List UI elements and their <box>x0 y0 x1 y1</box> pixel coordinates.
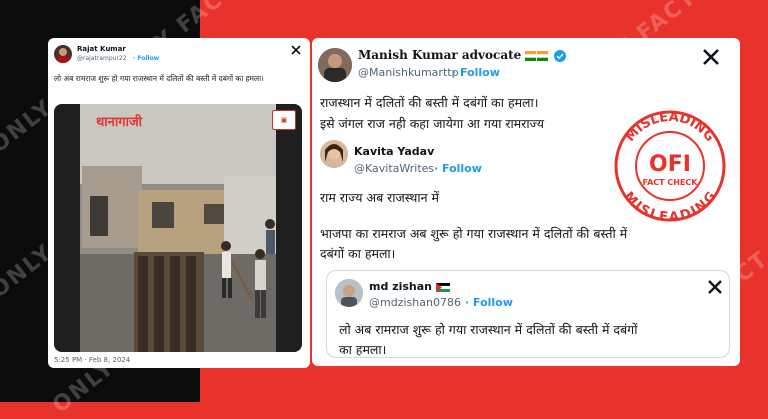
quoted-text-line2: का हमला। <box>339 342 387 357</box>
avatar-photo-icon <box>320 140 348 168</box>
author-name-text: Manish Kumar advocate <box>358 48 522 62</box>
quoted-text-line1: लो अब रामराज शुरू हो गया राजस्थान में दल… <box>339 322 638 337</box>
video-location-tag: थानागाजी <box>96 115 142 130</box>
avatar-photo-icon <box>57 48 69 63</box>
stamp-logo: OFI <box>649 152 691 177</box>
follow-button[interactable]: · Follow <box>452 66 500 79</box>
quoted-author-name-text: md zishan <box>369 280 432 293</box>
x-logo-icon[interactable] <box>707 279 723 295</box>
x-logo-icon[interactable] <box>702 48 720 66</box>
inner-text-line2: भाजपा का रामराज अब शुरू हो गया राजस्थान … <box>320 226 628 241</box>
stamp-subtitle: FACT CHECK <box>643 178 699 187</box>
tweet-text: लो अब रामराज शुरू हो गया राजस्थान में दल… <box>54 74 264 83</box>
tweet-text-line1: राजस्थान में दलितों की बस्ती में दबंगों … <box>320 95 539 110</box>
follow-label: Follow <box>473 296 513 309</box>
misleading-stamp: MISLEADING MISLEADING OFI FACT CHECK <box>613 109 727 225</box>
avatar[interactable] <box>335 279 363 307</box>
follow-label: Follow <box>460 66 500 79</box>
quoted-author-handle[interactable]: @mdzishan0786 <box>369 296 461 309</box>
tweet-text-line2: इसे जंगल राज नही कहा जायेगा आ गया रामराज… <box>320 116 544 131</box>
avatar-photo-icon <box>335 279 363 307</box>
inner-text-line1: राम राज्य अब राजस्थान में <box>320 190 440 205</box>
quoted-tweet[interactable]: md zishan @mdzishan0786 · Follow लो अब र… <box>326 270 730 358</box>
quoted-follow-button[interactable]: · Follow <box>465 296 513 309</box>
verified-badge-icon <box>553 49 566 62</box>
inner-text-line3: दबंगों का हमला। <box>320 246 396 261</box>
avatar-photo-icon <box>318 48 352 82</box>
follow-label: Follow <box>442 162 482 175</box>
video-frame <box>54 104 302 352</box>
avatar[interactable] <box>318 48 352 82</box>
follow-button[interactable]: · Follow <box>133 55 159 62</box>
tweet-card-rajat: Rajat Kumar @rajatrampur22 · Follow लो अ… <box>48 38 310 368</box>
avatar[interactable] <box>320 140 348 168</box>
avatar[interactable] <box>54 45 72 63</box>
tweet-timestamp[interactable]: 5:25 PM · Feb 8, 2024 <box>54 356 130 364</box>
video-player[interactable]: थानागाजी ▣ <box>54 104 302 352</box>
author-name[interactable]: Rajat Kumar <box>77 45 126 53</box>
x-logo-icon[interactable] <box>291 45 301 55</box>
inner-follow-button[interactable]: · Follow <box>434 162 482 175</box>
channel-logo: ▣ <box>272 110 296 130</box>
palestine-flag-icon <box>435 282 450 292</box>
author-handle[interactable]: @Manishkumarttp <box>358 66 459 79</box>
author-name[interactable]: Manish Kumar advocate <box>358 48 566 62</box>
inner-author-handle[interactable]: @KavitaWrites <box>354 162 434 175</box>
follow-label: Follow <box>137 55 160 62</box>
quoted-author-name[interactable]: md zishan <box>369 280 450 293</box>
author-handle[interactable]: @rajatrampur22 <box>77 55 127 62</box>
india-flag-icon <box>525 50 549 61</box>
inner-author-name[interactable]: Kavita Yadav <box>354 145 434 158</box>
